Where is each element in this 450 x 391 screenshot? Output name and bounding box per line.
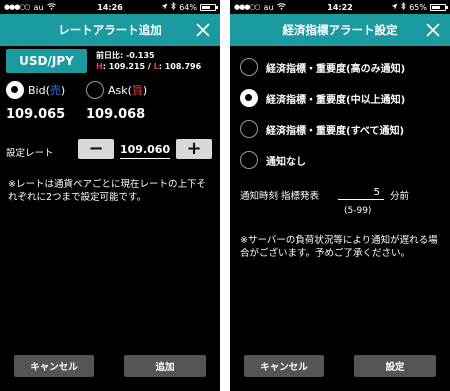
high-prefix: H <box>96 62 103 71</box>
battery-fill <box>432 5 440 9</box>
clock: 14:22 <box>327 2 353 12</box>
option-label-0: 経済指標・重要度(高のみ通知) <box>266 63 406 75</box>
bid-char: 売 <box>49 84 61 97</box>
high-value: : 109.215 / <box>102 62 154 71</box>
price-summary: 前日比: -0.135 H: 109.215 / L: 108.796 <box>96 50 201 72</box>
low-value: : 108.796 <box>158 62 202 71</box>
bid-paren: ) <box>60 84 66 97</box>
option-radio-0[interactable] <box>240 58 258 76</box>
submit-button[interactable]: 設定 <box>354 355 436 377</box>
clock: 14:26 <box>97 2 123 12</box>
indicator-alert-screen: ●●●○○ au 14:22 65% 経済指標アラート設定 経済指標・重要度(高… <box>230 0 450 391</box>
status-bar: ●●●○○ au 14:22 65% <box>230 0 450 14</box>
ask-label-text: Ask( <box>108 84 132 97</box>
cancel-button[interactable]: キャンセル <box>244 355 324 377</box>
option-medium-up[interactable]: 経済指標・重要度(中以上通知) <box>240 89 405 107</box>
close-icon[interactable] <box>422 19 444 41</box>
timing-label: 通知時刻 指標発表 <box>240 191 320 202</box>
currency-pair-button[interactable]: USD/JPY <box>6 49 87 73</box>
cancel-button[interactable]: キャンセル <box>14 355 94 377</box>
ask-paren: ) <box>142 84 148 97</box>
battery-fill <box>202 5 210 9</box>
close-icon[interactable] <box>192 19 214 41</box>
note-text: ※サーバーの負荷状況等により通知が遅れる場合がございます。予めご了承ください。 <box>240 235 438 259</box>
note-text: ※レートは通貨ペアごとに現在レートの上下それぞれに2つまで設定可能です。 <box>8 179 206 203</box>
option-label-1: 経済指標・重要度(中以上通知) <box>266 94 406 106</box>
rate-setting-label: 設定レート <box>6 148 54 159</box>
bid-label-text: Bid( <box>28 84 50 97</box>
minutes-range: (5-99) <box>344 206 372 216</box>
battery-icon <box>430 3 448 11</box>
battery-icon <box>200 3 218 11</box>
option-radio-2[interactable] <box>240 120 258 138</box>
page-title: 経済指標アラート設定 <box>282 23 398 37</box>
status-bar: ●●●○○ au 14:26 64% <box>0 0 220 14</box>
nav-bar: レートアラート追加 <box>0 14 220 46</box>
add-button[interactable]: 追加 <box>124 355 206 377</box>
minutes-input[interactable]: 5 <box>338 186 384 200</box>
nav-bar: 経済指標アラート設定 <box>230 14 450 46</box>
minutes-unit: 分前 <box>390 191 410 202</box>
bid-label: Bid(売) <box>28 82 65 98</box>
ask-price: 109.068 <box>86 107 146 122</box>
bid-radio[interactable] <box>6 81 24 99</box>
option-label-3: 通知なし <box>266 156 306 168</box>
rate-alert-screen: ●●●○○ au 14:26 64% レートアラート追加 USD/JPY 前日比… <box>0 0 220 391</box>
option-all[interactable]: 経済指標・重要度(すべて通知) <box>240 120 404 138</box>
ask-radio[interactable] <box>86 81 104 99</box>
page-title: レートアラート追加 <box>58 23 162 37</box>
option-radio-1[interactable] <box>240 89 258 107</box>
option-none[interactable]: 通知なし <box>240 151 306 169</box>
increment-button[interactable]: + <box>176 139 212 159</box>
ask-char: 買 <box>131 84 143 97</box>
ask-label: Ask(買) <box>108 82 147 98</box>
prev-day-change: 前日比: -0.135 <box>96 51 155 60</box>
bid-option[interactable]: Bid(売) <box>6 81 65 99</box>
bid-price: 109.065 <box>6 107 66 122</box>
high-low: H: 109.215 / L: 108.796 <box>96 61 201 72</box>
ask-option[interactable]: Ask(買) <box>86 81 147 99</box>
rate-input[interactable]: 109.060 <box>120 140 170 159</box>
option-radio-3[interactable] <box>240 151 258 169</box>
option-label-2: 経済指標・重要度(すべて通知) <box>266 125 405 137</box>
option-high-only[interactable]: 経済指標・重要度(高のみ通知) <box>240 58 405 76</box>
decrement-button[interactable]: − <box>78 139 114 159</box>
